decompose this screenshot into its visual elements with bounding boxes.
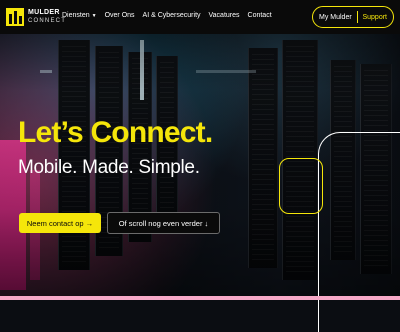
- logo-text-line2: CONNECT: [28, 18, 67, 24]
- nav-item-label: Diensten: [62, 12, 90, 19]
- contact-button[interactable]: Neem contact op →: [19, 213, 101, 233]
- support-link[interactable]: Support: [362, 14, 387, 21]
- logo-mark-icon: [6, 8, 24, 26]
- decorative-outline-curve: [318, 132, 400, 332]
- main-navigation: Diensten ▼ Over Ons AI & Cybersecurity V…: [62, 12, 272, 19]
- pill-divider: [356, 11, 358, 23]
- scroll-down-button[interactable]: Of scroll nog even verder ↓: [107, 212, 220, 234]
- chevron-down-icon: ▼: [91, 12, 97, 19]
- nav-item-label: Vacatures: [208, 12, 240, 19]
- account-pill: My Mulder Support: [312, 6, 394, 28]
- hero-title: Let’s Connect.: [18, 116, 213, 149]
- nav-item-label: AI & Cybersecurity: [142, 12, 201, 19]
- logo-text-line1: MULDER: [28, 9, 60, 16]
- nav-item-ai-cybersecurity[interactable]: AI & Cybersecurity: [143, 12, 201, 19]
- nav-item-over-ons[interactable]: Over Ons: [105, 12, 135, 19]
- my-mulder-link[interactable]: My Mulder: [319, 14, 352, 21]
- nav-item-label: Contact: [247, 12, 272, 19]
- mulder-connect-logo[interactable]: MULDER CONNECT: [6, 8, 66, 26]
- nav-item-contact[interactable]: Contact: [248, 12, 272, 19]
- top-navbar: MULDER CONNECT Diensten ▼ Over Ons AI & …: [0, 0, 400, 34]
- nav-item-label: Over Ons: [104, 12, 135, 19]
- nav-item-diensten[interactable]: Diensten ▼: [62, 12, 97, 19]
- nav-item-vacatures[interactable]: Vacatures: [209, 12, 240, 19]
- hero-subtitle: Mobile. Made. Simple.: [18, 157, 200, 178]
- decorative-outline-box: [279, 158, 323, 214]
- section-edge-bar: [0, 296, 400, 300]
